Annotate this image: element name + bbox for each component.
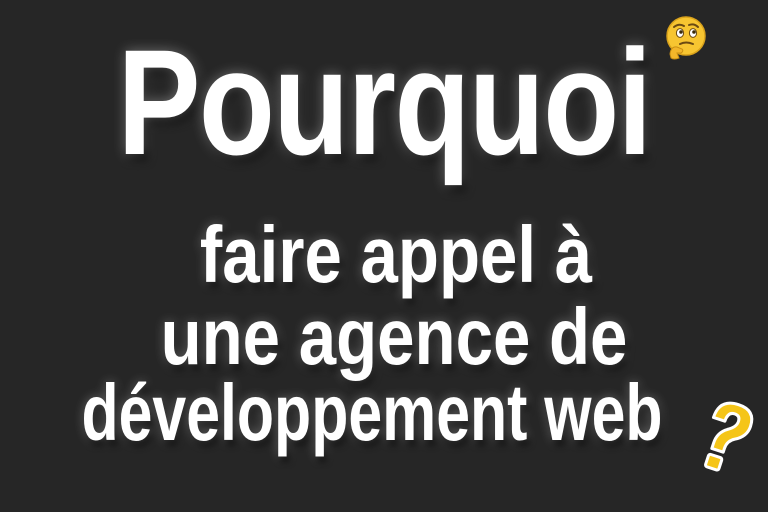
poster: Pourquoi faire appel à une agence de dév… bbox=[0, 0, 768, 512]
subtitle-line-2: une agence de bbox=[160, 292, 628, 381]
thinking-face-icon bbox=[666, 16, 706, 60]
subtitle-line-1: faire appel à bbox=[199, 210, 593, 299]
subtitle-line-3: développement web bbox=[81, 368, 663, 457]
headline-title: Pourquoi bbox=[117, 18, 652, 186]
question-mark-icon bbox=[704, 401, 754, 472]
